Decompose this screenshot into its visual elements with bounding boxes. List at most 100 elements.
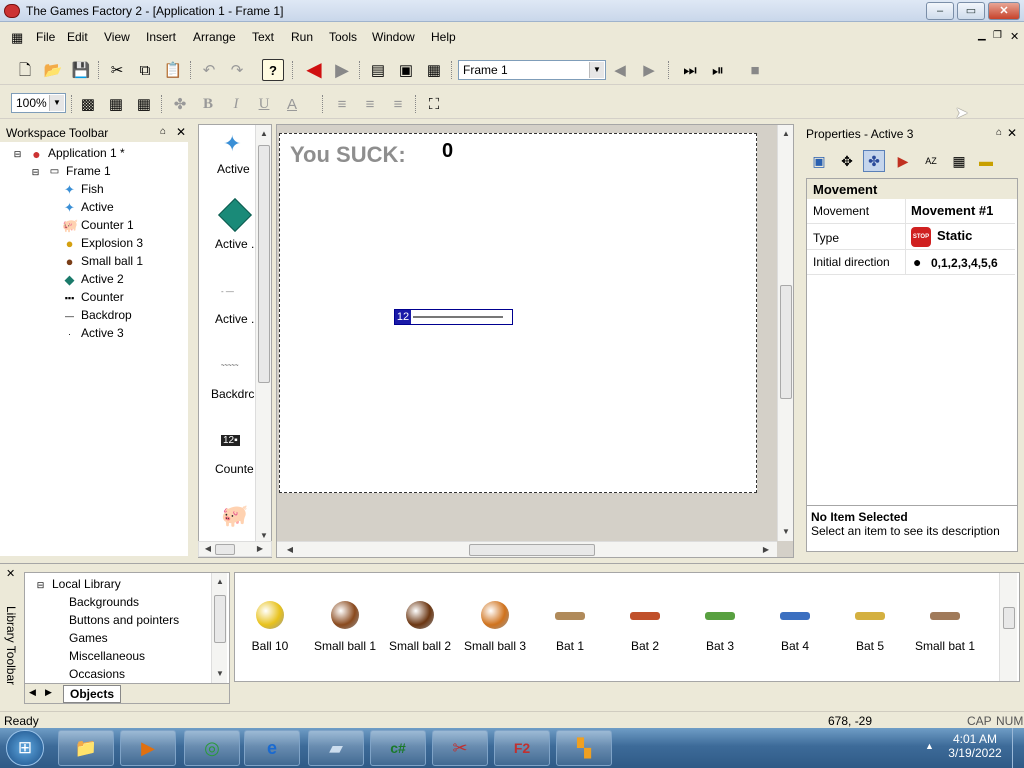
library-items-scrollbar[interactable] xyxy=(999,573,1017,681)
counter-object-icon[interactable]: 12▪ xyxy=(221,435,240,446)
menu-insert[interactable]: Insert xyxy=(146,30,176,44)
property-row-movement[interactable]: Movement Movement #1 xyxy=(807,199,1015,224)
paste-icon[interactable]: 📋 xyxy=(162,59,184,81)
chrome-task-icon[interactable]: ◎ xyxy=(184,730,240,766)
object-list-item[interactable]: Active xyxy=(217,162,250,176)
open-icon[interactable]: 📂 xyxy=(42,59,64,81)
tab-objects[interactable]: Objects xyxy=(63,685,122,703)
snap-grid-icon[interactable]: ▦ xyxy=(133,93,155,115)
menu-view[interactable]: View xyxy=(104,30,130,44)
tree-item-application[interactable]: ⊟ ● Application 1 * xyxy=(10,144,125,162)
tree-item-frame[interactable]: ⊟ ▭ Frame 1 xyxy=(28,162,111,180)
property-row-initial-direction[interactable]: Initial direction ● 0,1,2,3,4,5,6 xyxy=(807,250,1015,275)
score-counter[interactable]: 0 xyxy=(442,140,453,163)
property-row-type[interactable]: Type STOP Static xyxy=(807,224,1015,250)
scroll-left-icon[interactable]: ◀ xyxy=(201,542,215,556)
scroll-left-icon[interactable]: ◀ xyxy=(283,543,297,557)
property-value[interactable]: Static xyxy=(937,228,972,243)
minimize-button[interactable]: – xyxy=(926,2,954,20)
previous-frame-icon[interactable]: ◀ xyxy=(609,59,631,81)
tree-item-fish[interactable]: ✦ Fish xyxy=(62,180,104,198)
library-object-item[interactable]: Small ball 2 xyxy=(384,601,456,653)
redo-icon[interactable]: ↷ xyxy=(226,59,248,81)
cut-icon[interactable]: ✂ xyxy=(106,59,128,81)
tree-item-explosion-3[interactable]: ● Explosion 3 xyxy=(62,234,143,252)
tray-expand-icon[interactable]: ▲ xyxy=(925,741,934,751)
run-application-icon[interactable]: ⏭ xyxy=(679,59,701,81)
frame-vscroll[interactable]: ▲ ▼ xyxy=(777,125,793,541)
bold-icon[interactable]: B xyxy=(197,93,219,115)
close-button[interactable]: ✕ xyxy=(988,2,1020,20)
grid-setup-icon[interactable]: ▩ xyxy=(77,93,99,115)
games-factory-task-icon[interactable]: F2 xyxy=(494,730,550,766)
frame-canvas[interactable]: You SUCK: 0 12 xyxy=(279,133,757,493)
library-object-item[interactable]: Bat 2 xyxy=(609,601,681,653)
values-tab-icon[interactable]: AZ xyxy=(920,150,942,172)
scroll-thumb[interactable] xyxy=(780,285,792,399)
save-icon[interactable]: 💾 xyxy=(70,59,92,81)
scroll-down-icon[interactable]: ▼ xyxy=(213,667,227,681)
menu-edit[interactable]: Edit xyxy=(67,30,88,44)
tree-item-small-ball-1[interactable]: ● Small ball 1 xyxy=(62,252,143,270)
new-icon[interactable]: 🗋 xyxy=(14,59,36,81)
library-object-item[interactable]: Small ball 3 xyxy=(459,601,531,653)
pin-icon[interactable]: ⌂ xyxy=(996,127,1002,138)
chevron-down-icon[interactable]: ▼ xyxy=(589,62,604,78)
chevron-down-icon[interactable]: ▼ xyxy=(49,95,64,111)
mdi-restore-icon[interactable]: ❐ xyxy=(993,30,1002,41)
text-color-icon[interactable]: A xyxy=(281,93,303,115)
undo-icon[interactable]: ↶ xyxy=(198,59,220,81)
library-object-item[interactable]: Bat 3 xyxy=(684,601,756,653)
menu-text[interactable]: Text xyxy=(252,30,274,44)
close-icon[interactable]: ✕ xyxy=(1007,126,1017,140)
property-value[interactable]: 0,1,2,3,4,5,6 xyxy=(931,256,998,270)
library-category[interactable]: Games xyxy=(69,629,108,647)
mdi-close-icon[interactable]: ✕ xyxy=(1010,30,1019,43)
backdrop-object-icon[interactable]: ~~~~~ xyxy=(221,363,239,369)
tree-item-counter-1[interactable]: 🐖 Counter 1 xyxy=(62,216,134,234)
notepad-task-icon[interactable]: ▰ xyxy=(308,730,364,766)
scroll-right-icon[interactable]: ▶ xyxy=(759,543,773,557)
tree-item-counter[interactable]: ▪▪▪ Counter xyxy=(62,288,124,306)
library-object-item[interactable]: Bat 5 xyxy=(834,601,906,653)
fit-frame-icon[interactable]: ⛶ xyxy=(423,93,445,115)
runtime-options-tab-icon[interactable]: ▶ xyxy=(892,150,914,172)
object-list-scrollbar[interactable]: ▲ ▼ xyxy=(255,125,271,557)
scroll-thumb[interactable] xyxy=(1003,607,1015,629)
library-category[interactable]: Miscellaneous xyxy=(69,647,145,665)
close-icon[interactable]: ✕ xyxy=(6,567,15,580)
align-center-icon[interactable]: ≡ xyxy=(359,93,381,115)
scroll-thumb[interactable] xyxy=(215,544,235,555)
scroll-thumb[interactable] xyxy=(258,145,270,383)
scroll-up-icon[interactable]: ▲ xyxy=(779,127,793,141)
pin-icon[interactable]: ⌂ xyxy=(160,126,166,137)
frame-editor-icon[interactable]: ▣ xyxy=(395,59,417,81)
zoom-select[interactable]: 100% ▼ xyxy=(11,93,66,113)
align-right-icon[interactable]: ≡ xyxy=(387,93,409,115)
movement-tab-icon[interactable]: ✤ xyxy=(863,150,885,172)
scroll-down-icon[interactable]: ▼ xyxy=(779,525,793,539)
scroll-up-icon[interactable]: ▲ xyxy=(257,127,271,141)
menu-window[interactable]: Window xyxy=(372,30,415,44)
mdi-menu-icon[interactable]: ▦ xyxy=(11,30,23,46)
library-tree-scrollbar[interactable]: ▲ ▼ xyxy=(211,573,227,683)
next-frame-icon[interactable]: ▶ xyxy=(638,59,660,81)
frame-select[interactable]: Frame 1 ▼ xyxy=(458,60,606,80)
help-icon[interactable]: ? xyxy=(262,59,284,81)
library-object-item[interactable]: Ball 10 xyxy=(234,601,306,653)
menu-file[interactable]: File xyxy=(36,30,55,44)
font-icon[interactable]: ✤ xyxy=(169,93,191,115)
library-category[interactable]: Buttons and pointers xyxy=(69,611,179,629)
close-icon[interactable]: ✕ xyxy=(176,125,186,139)
library-root[interactable]: ⊟ Local Library xyxy=(33,575,121,593)
scroll-thumb[interactable] xyxy=(214,595,226,643)
app-icon[interactable] xyxy=(4,4,20,18)
underline-icon[interactable]: U xyxy=(253,93,275,115)
media-player-task-icon[interactable]: ▶ xyxy=(120,730,176,766)
selected-counter-object[interactable]: 12 xyxy=(394,309,513,325)
scroll-up-icon[interactable]: ▲ xyxy=(213,575,227,589)
tab-left-icon[interactable]: ◀ xyxy=(29,687,36,698)
mdi-minimize-icon[interactable]: ▁ xyxy=(978,30,986,41)
display-tab-icon[interactable]: ▣ xyxy=(808,150,830,172)
object-list-item[interactable]: Counte xyxy=(215,462,254,476)
